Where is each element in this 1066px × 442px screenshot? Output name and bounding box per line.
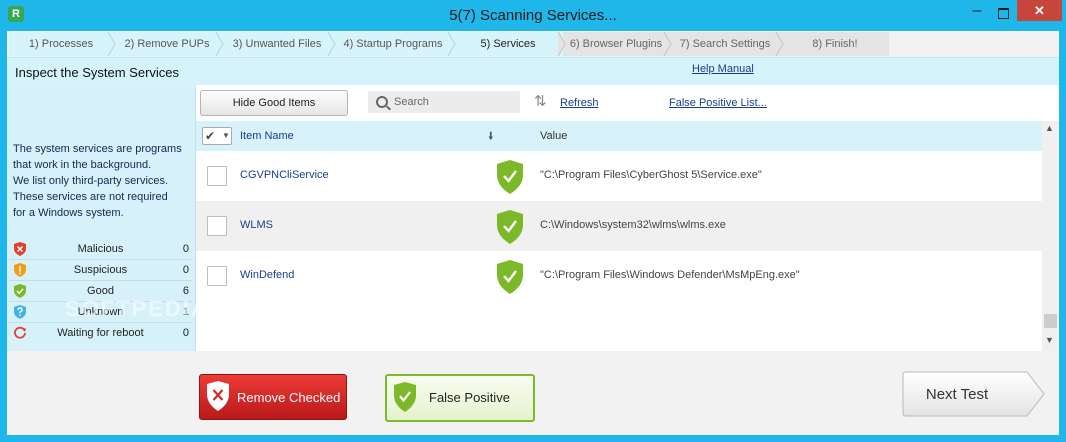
search-input[interactable] xyxy=(394,94,514,110)
info-line: for a Windows system. xyxy=(13,207,124,219)
next-test-button[interactable]: Next Test xyxy=(902,371,1045,417)
checkmark-icon: ✔ xyxy=(205,129,216,143)
step-remove-pups[interactable]: 2) Remove PUPs xyxy=(113,32,221,56)
scroll-up-icon[interactable]: ▲ xyxy=(1045,123,1054,133)
step-services[interactable]: 5) Services xyxy=(453,32,563,56)
hide-good-items-button[interactable]: Hide Good Items xyxy=(200,90,348,116)
vertical-scrollbar[interactable]: ▲ ▼ xyxy=(1042,121,1059,351)
step-separator-chevron-icon xyxy=(327,32,336,56)
table-row[interactable]: WLMS C:\Windows\system32\wlms\wlms.exe xyxy=(196,201,1042,251)
stat-label: Malicious xyxy=(77,243,124,255)
row-value: C:\Windows\system32\wlms\wlms.exe xyxy=(540,219,726,231)
refresh-icon[interactable]: ⇅ xyxy=(534,94,552,109)
row-item-name: CGVPNCliService xyxy=(240,169,329,181)
step-startup-programs[interactable]: 4) Startup Programs xyxy=(333,32,453,56)
minimize-button[interactable]: – xyxy=(964,3,990,22)
stat-count: 0 xyxy=(182,327,189,339)
section-title: Inspect the System Services xyxy=(15,65,180,80)
refresh-link[interactable]: Refresh xyxy=(560,97,599,109)
false-positive-button[interactable]: False Positive xyxy=(385,374,535,422)
title-bar: R 5(7) Scanning Services... – ✕ xyxy=(0,0,1066,30)
action-bar: Remove Checked False Positive Next Test xyxy=(7,351,1059,435)
remove-checked-button[interactable]: Remove Checked xyxy=(199,374,347,420)
scrollbar-thumb[interactable] xyxy=(1044,314,1057,328)
next-test-label: Next Test xyxy=(925,386,989,403)
search-icon xyxy=(376,96,388,108)
services-panel: Hide Good Items ⇅ Refresh False Positive… xyxy=(196,85,1059,351)
step-search-settings[interactable]: 7) Search Settings xyxy=(669,32,781,56)
stat-count: 0 xyxy=(182,243,189,255)
info-line: We list only third-party services. xyxy=(13,175,169,187)
step-separator-chevron-icon xyxy=(663,32,672,56)
info-text: The system services are programs that wo… xyxy=(13,141,193,221)
step-unwanted-files[interactable]: 3) Unwanted Files xyxy=(221,32,333,56)
stat-row-malicious: Malicious 0 xyxy=(9,239,192,260)
row-checkbox[interactable] xyxy=(207,216,227,236)
stat-label: Suspicious xyxy=(73,264,128,276)
row-item-name: WLMS xyxy=(240,219,273,231)
wizard-steps-bar: 1) Processes 2) Remove PUPs 3) Unwanted … xyxy=(9,32,889,56)
row-item-name: WinDefend xyxy=(240,269,295,281)
step-separator-chevron-icon xyxy=(107,32,116,56)
steps-bar-empty-area xyxy=(889,32,1059,56)
close-button[interactable]: ✕ xyxy=(1017,0,1062,21)
step-separator-chevron-icon xyxy=(447,32,456,56)
green-shield-check-icon xyxy=(497,210,523,244)
table-header: ✔ ▼ Item Name 🠛 Value xyxy=(196,121,1042,151)
select-all-checkbox[interactable]: ✔ ▼ xyxy=(202,127,232,145)
row-checkbox[interactable] xyxy=(207,266,227,286)
maximize-button[interactable] xyxy=(990,4,1016,22)
info-line: The system services are programs xyxy=(13,143,182,155)
row-value: "C:\Program Files\Windows Defender\MsMpE… xyxy=(540,269,800,281)
step-separator-chevron-icon xyxy=(557,32,566,56)
scroll-down-icon[interactable]: ▼ xyxy=(1045,335,1054,345)
step-finish[interactable]: 8) Finish! xyxy=(781,32,889,56)
green-shield-check-icon xyxy=(497,160,523,194)
table-row[interactable]: CGVPNCliService "C:\Program Files\CyberG… xyxy=(196,151,1042,201)
column-header-item-name[interactable]: Item Name xyxy=(240,130,294,142)
step-browser-plugins[interactable]: 6) Browser Plugins xyxy=(563,32,669,56)
search-box[interactable] xyxy=(368,91,520,113)
sort-arrow-icon[interactable]: 🠛 xyxy=(488,128,494,147)
stat-label: Waiting for reboot xyxy=(57,327,144,339)
column-header-value[interactable]: Value xyxy=(540,130,567,142)
step-separator-chevron-icon xyxy=(215,32,224,56)
info-line: These services are not required xyxy=(13,191,168,203)
green-shield-check-icon xyxy=(394,382,416,412)
step-processes[interactable]: 1) Processes xyxy=(9,32,113,56)
green-shield-check-icon xyxy=(497,260,523,294)
chevron-down-icon: ▼ xyxy=(222,131,230,140)
help-manual-link[interactable]: Help Manual xyxy=(692,63,754,75)
false-positive-label: False Positive xyxy=(429,390,510,405)
remove-checked-label: Remove Checked xyxy=(237,390,341,405)
info-line: that work in the background. xyxy=(13,159,152,171)
list-toolbar: Hide Good Items ⇅ Refresh False Positive… xyxy=(196,85,1059,121)
step-separator-chevron-icon xyxy=(775,32,784,56)
window-title: 5(7) Scanning Services... xyxy=(449,7,617,24)
stat-count: 0 xyxy=(182,264,189,276)
red-shield-x-icon xyxy=(207,381,229,411)
stat-row-waiting-for-reboot: Waiting for reboot 0 xyxy=(9,323,192,343)
maximize-icon xyxy=(998,8,1009,19)
false-positive-list-link[interactable]: False Positive List... xyxy=(669,97,767,109)
watermark: SOFTPEDIA xyxy=(65,296,209,321)
window-client-area: 1) Processes 2) Remove PUPs 3) Unwanted … xyxy=(7,31,1059,435)
table-row[interactable]: WinDefend "C:\Program Files\Windows Defe… xyxy=(196,251,1042,301)
stat-row-suspicious: Suspicious 0 xyxy=(9,260,192,281)
row-checkbox[interactable] xyxy=(207,166,227,186)
row-value: "C:\Program Files\CyberGhost 5\Service.e… xyxy=(540,169,762,181)
section-header: Inspect the System Services Help Manual xyxy=(7,57,1059,87)
